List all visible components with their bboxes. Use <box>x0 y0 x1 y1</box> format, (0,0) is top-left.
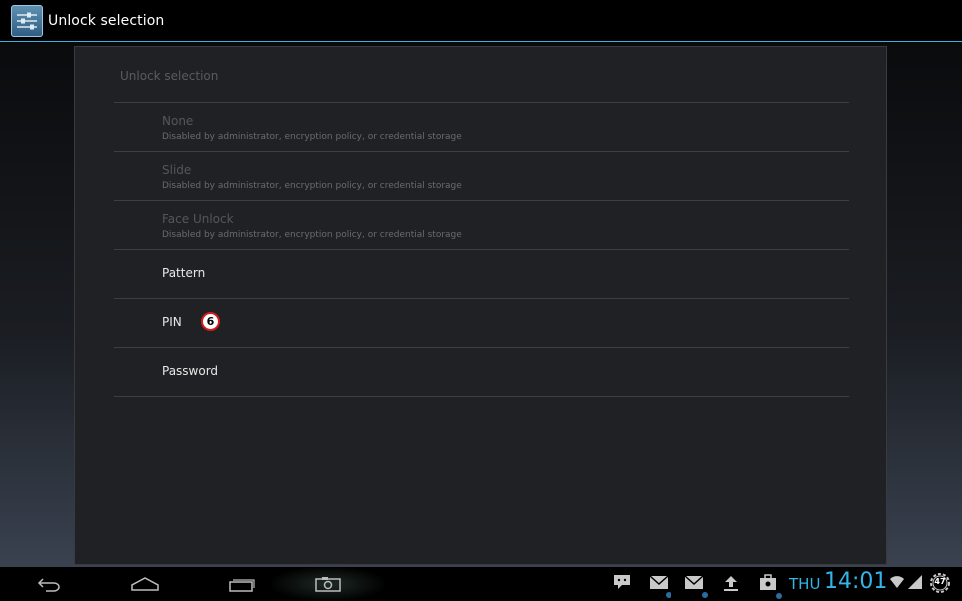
step-badge: 6 <box>201 312 220 331</box>
option-slide: Slide Disabled by administrator, encrypt… <box>114 152 849 200</box>
chat-icon[interactable] <box>613 574 631 590</box>
upload-icon[interactable] <box>722 574 740 592</box>
battery-indicator[interactable]: 47 <box>929 572 951 594</box>
option-face-unlock: Face Unlock Disabled by administrator, e… <box>114 201 849 249</box>
action-bar: Unlock selection <box>0 0 962 42</box>
option-summary: Disabled by administrator, encryption po… <box>162 230 462 240</box>
option-title: PIN <box>162 315 182 329</box>
signal-icon[interactable] <box>907 574 923 590</box>
wifi-icon[interactable] <box>889 574 905 590</box>
option-title: Pattern <box>162 266 206 280</box>
option-title: Slide <box>162 163 192 177</box>
clock-day[interactable]: THU <box>789 575 820 593</box>
panel-title: Unlock selection <box>120 69 219 83</box>
option-none: None Disabled by administrator, encrypti… <box>114 103 849 151</box>
email-icon[interactable] <box>684 574 708 600</box>
home-icon <box>131 577 159 591</box>
option-pin[interactable]: PIN 6 <box>114 299 849 347</box>
clock-time[interactable]: 14:01 <box>824 569 887 594</box>
settings-app-icon[interactable] <box>11 4 43 37</box>
recent-apps-icon <box>229 579 255 592</box>
gmail-icon[interactable] <box>649 574 671 600</box>
option-title: Password <box>162 364 219 378</box>
home-button[interactable] <box>120 567 170 601</box>
recent-apps-button[interactable] <box>217 567 267 601</box>
option-pattern[interactable]: Pattern <box>114 250 849 298</box>
unlock-options-list: None Disabled by administrator, encrypti… <box>114 102 849 397</box>
option-title: Face Unlock <box>162 212 234 226</box>
screenshot-button[interactable] <box>272 567 384 601</box>
store-update-icon[interactable] <box>759 574 783 600</box>
divider <box>114 396 849 397</box>
action-bar-title: Unlock selection <box>48 12 165 29</box>
option-summary: Disabled by administrator, encryption po… <box>162 181 462 191</box>
unlock-selection-panel: Unlock selection None Disabled by admini… <box>74 46 887 565</box>
battery-percentage: 47 <box>934 577 946 586</box>
option-password[interactable]: Password <box>114 348 849 396</box>
back-icon <box>37 578 60 592</box>
screenshot-icon <box>315 577 341 592</box>
option-title: None <box>162 114 194 128</box>
option-summary: Disabled by administrator, encryption po… <box>162 132 462 142</box>
back-button[interactable] <box>26 567 72 601</box>
